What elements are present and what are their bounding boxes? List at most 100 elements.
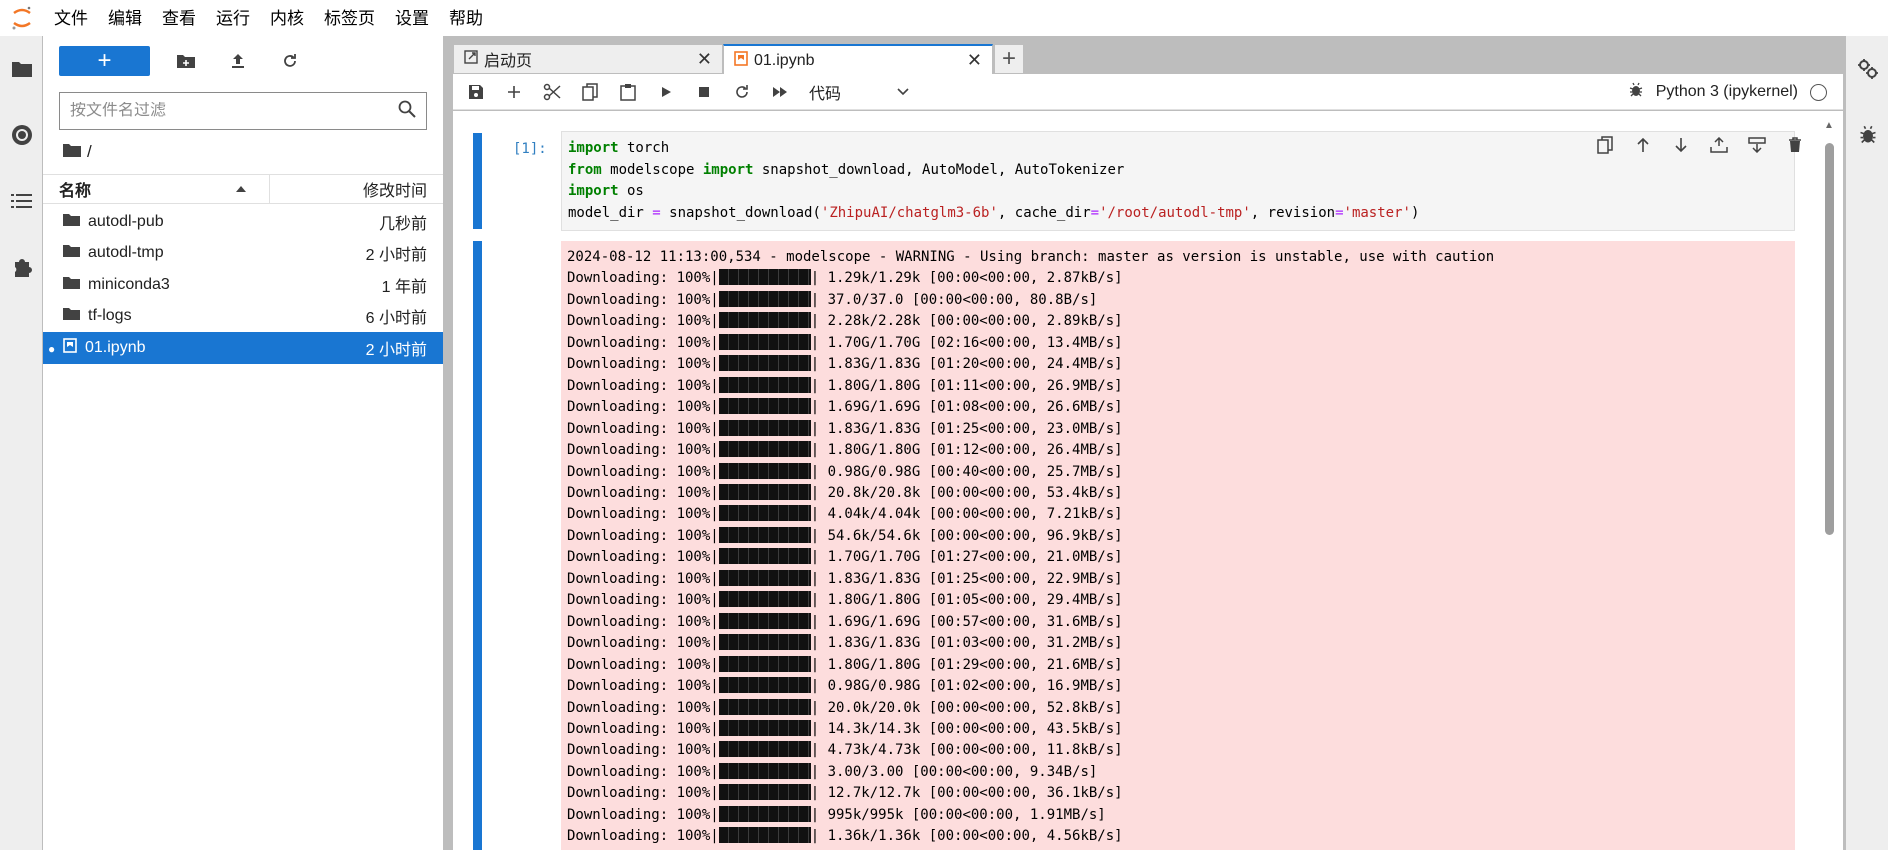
copy-icon[interactable]	[571, 77, 609, 107]
close-icon[interactable]: ✕	[967, 50, 982, 71]
code-cell-bar[interactable]	[473, 133, 482, 229]
search-icon[interactable]	[398, 100, 416, 123]
file-row-autodl-pub[interactable]: autodl-pub 几秒前	[43, 206, 443, 238]
new-folder-icon[interactable]	[160, 46, 212, 76]
header-modified-column[interactable]: 修改时间	[270, 175, 443, 203]
menu-tabs[interactable]: 标签页	[314, 0, 385, 36]
main-area: 启动页 ✕ 01.ipynb ✕ + 代码 Python 3 (ipykerne…	[451, 36, 1845, 850]
download-prefix: Downloading: 100%|	[567, 828, 719, 845]
progress-bar	[718, 355, 811, 372]
tab-01-ipynb[interactable]: 01.ipynb ✕	[723, 44, 993, 75]
download-line: Downloading: 100%| | 54.6k/54.6k [00:00<0…	[567, 526, 1789, 547]
progress-separator: |	[810, 549, 828, 566]
menu-view[interactable]: 查看	[152, 0, 206, 36]
download-prefix: Downloading: 100%|	[567, 356, 719, 373]
menu-run[interactable]: 运行	[206, 0, 260, 36]
download-stats: 20.0k/20.0k [00:00<00:00, 52.8kB/s]	[827, 699, 1123, 716]
restart-icon[interactable]	[723, 77, 761, 107]
menu-settings[interactable]: 设置	[385, 0, 439, 36]
debugger-icon[interactable]	[1628, 82, 1644, 103]
progress-separator: |	[810, 656, 828, 673]
move-up-icon[interactable]	[1629, 131, 1657, 159]
file-row-miniconda3[interactable]: miniconda3 1 年前	[43, 269, 443, 301]
output-cell-bar[interactable]	[473, 241, 482, 850]
progress-separator: |	[810, 484, 828, 501]
insert-cell-icon[interactable]	[495, 77, 533, 107]
progress-separator: |	[810, 377, 828, 394]
toc-icon[interactable]	[0, 168, 43, 234]
menu-help[interactable]: 帮助	[439, 0, 493, 36]
extension-icon[interactable]	[0, 234, 43, 300]
download-stats: 1.69G/1.69G [00:57<00:00, 31.6MB/s]	[827, 613, 1123, 630]
download-prefix: Downloading: 100%|	[567, 506, 719, 523]
download-line: Downloading: 100%| | 4.73k/4.73k [00:00<0…	[567, 740, 1789, 761]
insert-below-icon[interactable]	[1743, 131, 1771, 159]
file-row-autodl-tmp[interactable]: autodl-tmp 2 小时前	[43, 238, 443, 270]
fast-forward-icon[interactable]	[761, 77, 799, 107]
download-stats: 20.8k/20.8k [00:00<00:00, 53.4kB/s]	[827, 484, 1123, 501]
duplicate-cell-icon[interactable]	[1591, 131, 1619, 159]
cell-type-select[interactable]: 代码	[809, 80, 909, 104]
download-prefix: Downloading: 100%|	[567, 291, 719, 308]
header-modified-label: 修改时间	[362, 183, 427, 200]
progress-separator: |	[810, 270, 828, 287]
download-line: Downloading: 100%| | 3.00/3.00 [00:00<00:…	[567, 762, 1789, 783]
notebook-scrollbar[interactable]: ▲	[1823, 119, 1835, 850]
progress-separator: |	[810, 506, 828, 523]
download-line: Downloading: 100%| | 1.80G/1.80G [01:05<0…	[567, 590, 1789, 611]
insert-above-icon[interactable]	[1705, 131, 1733, 159]
download-prefix: Downloading: 100%|	[567, 806, 719, 823]
menu-edit[interactable]: 编辑	[98, 0, 152, 36]
scroll-thumb[interactable]	[1825, 143, 1834, 535]
tab-launcher[interactable]: 启动页 ✕	[453, 44, 723, 74]
file-row-tf-logs[interactable]: tf-logs 6 小时前	[43, 301, 443, 333]
property-inspector-icon[interactable]	[1846, 36, 1888, 102]
menu-kernel[interactable]: 内核	[260, 0, 314, 36]
progress-bar	[718, 569, 811, 586]
tab-bar: 启动页 ✕ 01.ipynb ✕ +	[451, 36, 1845, 75]
run-icon[interactable]	[647, 77, 685, 107]
breadcrumb-folder-icon[interactable]	[63, 142, 81, 162]
cell-type-value: 代码	[809, 85, 842, 103]
progress-bar	[718, 677, 811, 694]
header-name-column[interactable]: 名称	[43, 175, 270, 203]
scroll-up-arrow-icon[interactable]: ▲	[1823, 119, 1835, 131]
download-line: Downloading: 100%| | 14.3k/14.3k [00:00<0…	[567, 719, 1789, 740]
panel-splitter[interactable]	[443, 36, 451, 850]
paste-icon[interactable]	[609, 77, 647, 107]
download-prefix: Downloading: 100%|	[567, 463, 719, 480]
file-filter-input[interactable]	[70, 102, 398, 120]
new-launcher-button[interactable]: +	[59, 46, 150, 76]
move-down-icon[interactable]	[1667, 131, 1695, 159]
folder-icon[interactable]	[0, 36, 43, 102]
file-row-01-ipynb[interactable]: ● 01.ipynb 2 小时前	[43, 332, 443, 364]
download-prefix: Downloading: 100%|	[567, 742, 719, 759]
right-activity-bar	[1845, 36, 1888, 850]
breadcrumb-root[interactable]: /	[87, 142, 92, 162]
code-line: import os	[568, 183, 644, 199]
download-stats: 1.80G/1.80G [01:05<00:00, 29.4MB/s]	[827, 592, 1123, 609]
download-stats: 1.83G/1.83G [01:20<00:00, 24.4MB/s]	[827, 356, 1123, 373]
download-prefix: Downloading: 100%|	[567, 699, 719, 716]
refresh-icon[interactable]	[264, 46, 316, 76]
kernel-name[interactable]: Python 3 (ipykernel)	[1656, 83, 1798, 101]
folder-icon	[63, 213, 80, 231]
stop-icon[interactable]	[685, 77, 723, 107]
execution-prompt: [1]:	[513, 141, 547, 157]
progress-separator: |	[810, 828, 828, 845]
download-stats: 1.69G/1.69G [01:08<00:00, 26.6MB/s]	[827, 399, 1123, 416]
upload-icon[interactable]	[212, 46, 264, 76]
close-icon[interactable]: ✕	[697, 49, 712, 70]
debugger-panel-icon[interactable]	[1846, 102, 1888, 168]
progress-separator: |	[810, 613, 828, 630]
download-line: Downloading: 100%| | 37.0/37.0 [00:00<00:…	[567, 290, 1789, 311]
menu-file[interactable]: 文件	[44, 0, 98, 36]
progress-separator: |	[810, 678, 828, 695]
running-icon[interactable]	[0, 102, 43, 168]
add-tab-button[interactable]: +	[994, 44, 1024, 74]
download-prefix: Downloading: 100%|	[567, 442, 719, 459]
progress-separator: |	[810, 356, 828, 373]
cut-icon[interactable]	[533, 77, 571, 107]
delete-cell-icon[interactable]	[1781, 131, 1809, 159]
save-icon[interactable]	[457, 77, 495, 107]
